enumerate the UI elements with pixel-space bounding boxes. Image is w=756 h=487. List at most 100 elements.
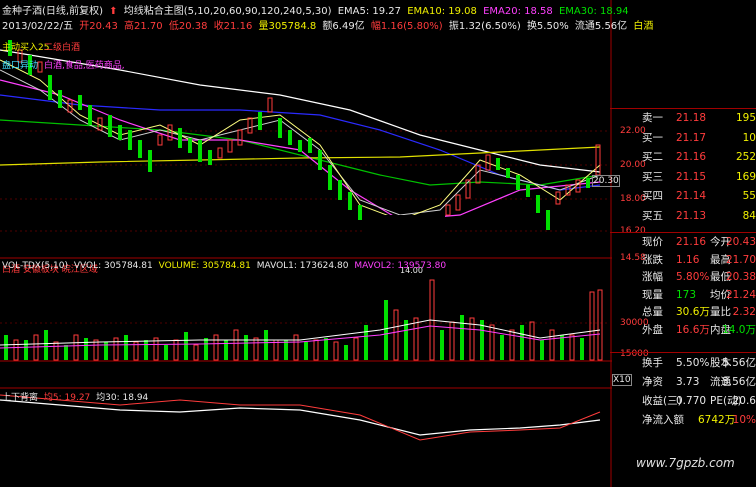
ask-volume: 195 (735, 112, 756, 124)
volume-value: 量305784.8 (258, 21, 317, 32)
bid-row: 买二 21.16 252 (612, 148, 756, 168)
fundamentals-panel: 换手 5.50% 股本 5.56亿 净资 3.73 流通 5.56亿 收益(三)… (612, 354, 756, 430)
vvol-value: VVOL: 305784.81 (73, 261, 153, 271)
stat-value: 14.0万 (722, 323, 756, 336)
float-value: 流通5.56亿 (574, 21, 628, 32)
stats-row: 现量 173 均价 21.24 (612, 287, 756, 305)
close-value: 收21.16 (213, 21, 253, 32)
bid-row: 买三 21.15 169 (612, 168, 756, 188)
fund-row: 换手 5.50% 股本 5.56亿 (612, 354, 756, 373)
ask-price: 21.18 (676, 112, 707, 124)
stat-label: 量比 (710, 306, 731, 318)
mavol2-value: MAVOL2: 139573.80 (354, 261, 447, 271)
bid-row: 买四 21.14 55 (612, 187, 756, 207)
annotation-buy: 主动买入25 (2, 43, 50, 53)
fund-value: 5.50% (676, 357, 710, 369)
stat-label: 现量 (642, 288, 663, 301)
annotation-alert: 盘口异动 (2, 61, 39, 71)
bid-label: 买三 (642, 170, 663, 183)
quote-lower-divider (610, 352, 756, 353)
bottom-ma30: 均30: 18.94 (96, 393, 149, 403)
fund-value: 10% (732, 414, 756, 426)
high-value: 高21.70 (124, 21, 163, 32)
fund-value: 20.6 (732, 395, 756, 407)
fund-row: 净资 3.73 流通 5.56亿 (612, 373, 756, 392)
stat-value: 20.43 (725, 236, 756, 248)
indicator-name[interactable]: 均线粘合主图(5,10,20,60,90,120,240,5,30) (124, 6, 332, 17)
stat-value: 21.16 (676, 236, 707, 248)
bid-row: 买五 21.13 84 (612, 207, 756, 227)
stat-label: 涨幅 (642, 271, 663, 283)
bid-price: 21.15 (676, 170, 707, 183)
watermark: www.7gpzb.com (636, 456, 735, 470)
bid-label: 买四 (642, 190, 663, 203)
stat-value: 20.38 (725, 271, 756, 283)
stat-value: 5.80% (676, 271, 710, 283)
ema20-value: EMA20: 18.58 (483, 6, 553, 17)
volume-indicator-name[interactable]: VOL-TDX(5,10) (2, 261, 68, 271)
date-value: 2013/02/22/五 (2, 21, 74, 32)
stats-row: 涨跌 1.16 最高 21.70 (612, 252, 756, 270)
stat-value: 2.32 (732, 306, 756, 318)
ema5-value: EMA5: 19.27 (337, 6, 402, 17)
bid-row: 买一 21.17 10 (612, 129, 756, 149)
open-value: 开20.43 (79, 21, 118, 32)
bid-label: 买一 (642, 131, 663, 144)
bottom-indicator-header: 上下背离 均5: 19.27 均30: 18.94 (2, 390, 151, 403)
ask-row: 卖一 21.18 195 (612, 109, 756, 129)
stat-label: 现价 (642, 236, 663, 248)
stat-label: 总量 (642, 306, 663, 318)
bottom-ma5: 均5: 19.27 (43, 393, 91, 403)
bid-volume: 84 (742, 209, 756, 222)
turnover-value: 换5.50% (526, 21, 569, 32)
ema30-value: EMA30: 18.94 (558, 6, 629, 17)
fund-label: 换手 (642, 357, 663, 369)
fund-value: 5.56亿 (722, 357, 756, 369)
stat-value: 1.16 (676, 253, 700, 266)
stats-panel: 现价 21.16 今开 20.43 涨跌 1.16 最高 21.70 涨幅 5.… (612, 234, 756, 339)
low-value: 低20.38 (168, 21, 208, 32)
stats-row: 总量 30.6万 量比 2.32 (612, 304, 756, 322)
range-value: 幅1.16(5.80%) (370, 21, 443, 32)
fund-row: 收益(三) 0.770 PE(动) 20.6 (612, 392, 756, 411)
stat-value: 21.24 (725, 288, 756, 301)
amplitude-value: 振1.32(6.50%) (448, 21, 521, 32)
bid-volume: 169 (735, 170, 756, 183)
bid-volume: 55 (742, 190, 756, 203)
mavol1-value: MAVOL1: 173624.80 (256, 261, 349, 271)
bid-label: 买五 (642, 209, 663, 222)
bottom-indicator-name[interactable]: 上下背离 (2, 393, 38, 403)
header-line-1: 金种子酒(日线,前复权) ⬆ 均线粘合主图(5,10,20,60,90,120,… (2, 2, 632, 17)
stats-row: 涨幅 5.80% 最低 20.38 (612, 269, 756, 287)
stat-value: 173 (676, 288, 697, 301)
annotation-concepts: 白酒,食品,医药商品, (44, 61, 125, 71)
stock-name[interactable]: 金种子酒(日线,前复权) (2, 6, 103, 17)
amount-value: 额6.49亿 (322, 21, 365, 32)
stat-value: 21.70 (725, 253, 756, 266)
bid-price: 21.14 (676, 190, 707, 203)
annotation-sector: 二级白酒 (44, 43, 81, 53)
bid-price: 21.13 (676, 209, 707, 222)
stats-row: 外盘 16.6万 内盘 14.0万 (612, 322, 756, 340)
stat-value: 30.6万 (676, 306, 710, 318)
fund-value: 3.73 (676, 376, 700, 388)
volume-header-line: VOL-TDX(5,10) VVOL: 305784.81 VOLUME: 30… (2, 261, 449, 271)
ask-label: 卖一 (642, 112, 663, 124)
fund-value: 5.56亿 (722, 376, 756, 388)
bid-price: 21.16 (676, 151, 707, 164)
fund-row: 净流入额 6742万 10% (612, 411, 756, 430)
fund-label: 净流入额 (642, 414, 684, 426)
fund-value: 0.770 (676, 395, 707, 407)
ema10-value: EMA10: 19.08 (407, 6, 477, 17)
bid-volume: 252 (735, 151, 756, 164)
sector-value[interactable]: 白酒 (633, 21, 653, 32)
stat-value: 16.6万 (676, 323, 710, 336)
stat-label: 外盘 (642, 323, 663, 336)
bid-label: 买二 (642, 151, 663, 164)
quote-mid-divider (610, 232, 756, 233)
fund-label: 净资 (642, 376, 663, 388)
fund-value: 6742万 (698, 414, 736, 426)
quote-panel: 卖一 21.18 195 买一 21.17 10 买二 21.16 252 买三… (612, 109, 756, 227)
indicator-marker-icon: ⬆ (109, 6, 118, 17)
bid-price: 21.17 (676, 131, 707, 144)
